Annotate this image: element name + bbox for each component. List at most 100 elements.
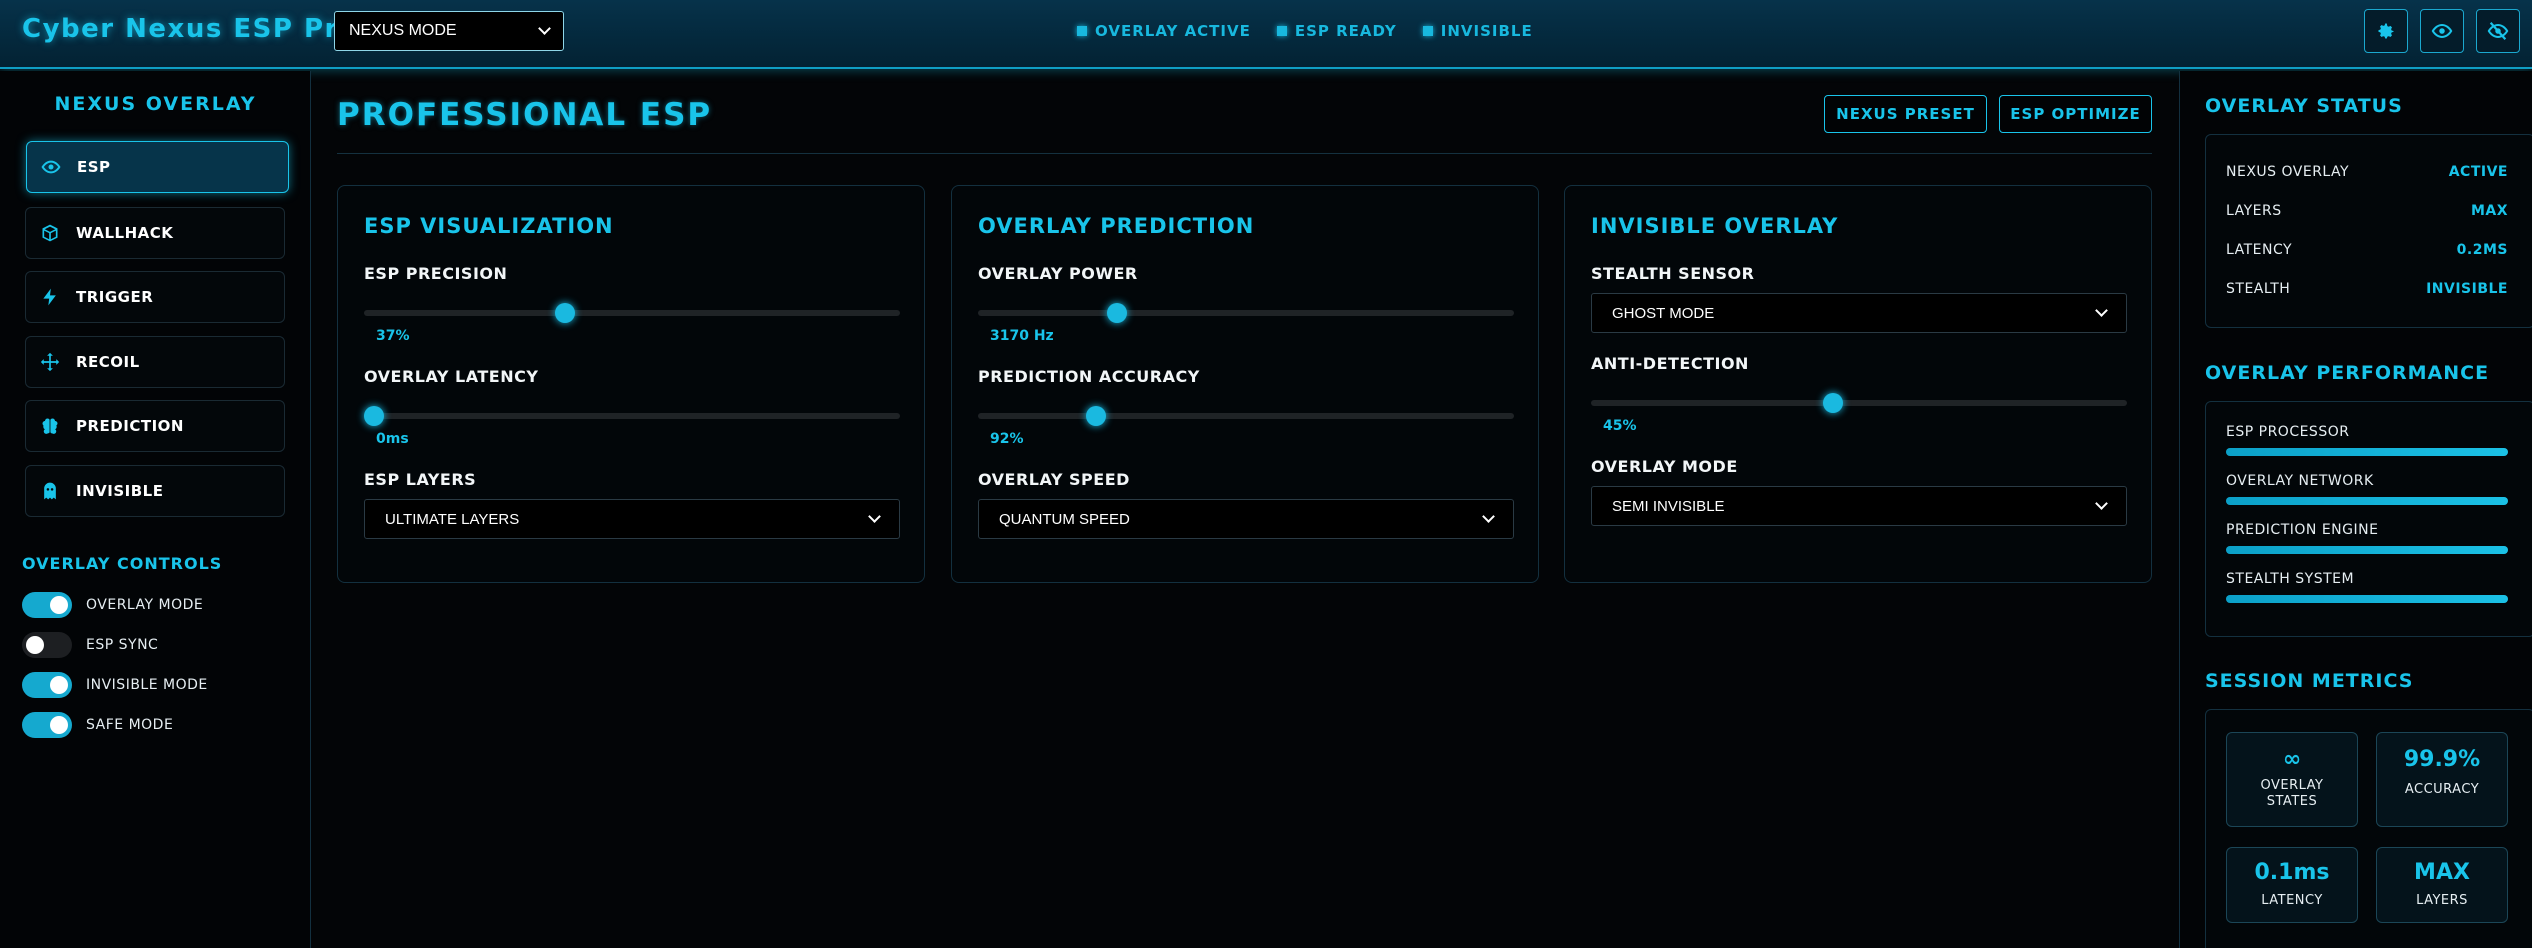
perf-bar — [2226, 546, 2508, 554]
slider-thumb[interactable] — [364, 406, 384, 426]
view-button[interactable] — [2420, 9, 2464, 53]
esp-sync-toggle[interactable] — [22, 632, 72, 658]
toggle-knob — [50, 676, 68, 694]
eye-icon — [2431, 24, 2453, 38]
slider-thumb[interactable] — [1823, 393, 1844, 413]
sidebar-item-trigger[interactable]: TRIGGER — [25, 271, 285, 323]
prediction-accuracy-label: PREDICTION ACCURACY — [978, 367, 1200, 386]
overlay-power-label: OVERLAY POWER — [978, 264, 1138, 283]
left-sidebar: NEXUS OVERLAY ESP WALLHACK TRIGGER RECOI… — [0, 71, 311, 948]
invisible-mode-toggle[interactable] — [22, 672, 72, 698]
overlay-mode-toggle[interactable] — [22, 592, 72, 618]
crosshair-move-icon — [40, 352, 60, 372]
metric-label: OVERLAY STATES — [2260, 778, 2324, 809]
esp-layers-label: ESP LAYERS — [364, 470, 477, 489]
perf-label: PREDICTION ENGINE — [2226, 522, 2379, 538]
slider-thumb[interactable] — [1107, 303, 1127, 323]
right-sidebar: OVERLAY STATUS NEXUS OVERLAY ACTIVE LAYER… — [2179, 71, 2532, 948]
metric-label: ACCURACY — [2404, 782, 2480, 797]
ghost-icon — [40, 481, 60, 501]
anti-detection-value: 45% — [1603, 418, 1637, 434]
overlay-power-slider[interactable] — [978, 303, 1514, 323]
metric-value: 99.9% — [2403, 747, 2481, 772]
sidebar-item-label: PREDICTION — [76, 417, 184, 435]
perf-label: STEALTH SYSTEM — [2226, 571, 2355, 587]
sidebar-item-prediction[interactable]: PREDICTION — [25, 400, 285, 452]
esp-visualization-panel: ESP VISUALIZATION ESP PRECISION 37% OVER… — [337, 185, 925, 583]
select-value: SEMI INVISIBLE — [1612, 497, 1725, 515]
overlay-mode-select[interactable]: SEMI INVISIBLE — [1591, 486, 2127, 526]
sidebar-item-label: ESP — [77, 158, 111, 176]
page-title: PROFESSIONAL ESP — [337, 97, 713, 133]
metric-value: ∞ — [2282, 747, 2302, 772]
metric-card: 99.9% ACCURACY — [2376, 732, 2508, 827]
esp-optimize-button[interactable]: ESP OPTIMIZE — [1999, 95, 2152, 133]
status-row: NEXUS OVERLAY ACTIVE — [2226, 164, 2508, 180]
perf-bar-fill — [2226, 595, 2508, 603]
overlay-controls-title: OVERLAY CONTROLS — [22, 554, 223, 573]
perf-bar-fill — [2226, 546, 2508, 554]
eye-icon — [41, 157, 61, 177]
sidebar-item-wallhack[interactable]: WALLHACK — [25, 207, 285, 259]
perf-bar-fill — [2226, 497, 2508, 505]
overlay-speed-label: OVERLAY SPEED — [978, 470, 1130, 489]
session-metrics-box: ∞ OVERLAY STATES 99.9% ACCURACY 0.1ms LA… — [2205, 709, 2532, 948]
nexus-preset-button[interactable]: NEXUS PRESET — [1824, 95, 1987, 133]
esp-precision-value: 37% — [376, 328, 410, 344]
esp-precision-slider[interactable] — [364, 303, 900, 323]
panel-title: INVISIBLE OVERLAY — [1591, 214, 1839, 238]
slider-thumb[interactable] — [1086, 406, 1107, 426]
mode-select[interactable]: NEXUS MODE — [334, 11, 564, 51]
overlay-status-title: OVERLAY STATUS — [2205, 95, 2403, 117]
safe-mode-toggle[interactable] — [22, 712, 72, 738]
overlay-latency-slider[interactable] — [364, 406, 900, 426]
sidebar-item-esp[interactable]: ESP — [26, 141, 289, 193]
top-bar: Cyber Nexus ESP Pro NEXUS MODE OVERLAY A… — [0, 0, 2532, 69]
sidebar-item-label: INVISIBLE — [76, 482, 164, 500]
hide-button[interactable] — [2476, 9, 2520, 53]
stealth-sensor-select[interactable]: GHOST MODE — [1591, 293, 2127, 333]
toggle-knob — [50, 596, 68, 614]
toggle-label: ESP SYNC — [86, 637, 159, 653]
esp-precision-label: ESP PRECISION — [364, 264, 508, 283]
overlay-latency-value: 0ms — [376, 431, 409, 447]
metric-card: 0.1ms LATENCY — [2226, 847, 2358, 923]
gear-icon — [2378, 23, 2394, 39]
stealth-sensor-label: STEALTH SENSOR — [1591, 264, 1755, 283]
metric-value: MAX — [2414, 860, 2470, 885]
settings-button[interactable] — [2364, 9, 2408, 53]
toggle-label: INVISIBLE MODE — [86, 677, 208, 693]
status-overlay-active: OVERLAY ACTIVE — [1077, 22, 1251, 40]
perf-bar — [2226, 497, 2508, 505]
status-row: STEALTH INVISIBLE — [2226, 281, 2508, 297]
chevron-down-icon — [2095, 304, 2108, 317]
overlay-speed-select[interactable]: QUANTUM SPEED — [978, 499, 1514, 539]
slider-thumb[interactable] — [554, 303, 575, 323]
prediction-accuracy-slider[interactable] — [978, 406, 1514, 426]
metric-label: LAYERS — [2416, 893, 2468, 908]
session-metrics-title: SESSION METRICS — [2205, 670, 2414, 692]
chevron-down-icon — [868, 510, 881, 523]
esp-layers-select[interactable]: ULTIMATE LAYERS — [364, 499, 900, 539]
metric-value: 0.1ms — [2254, 860, 2330, 885]
main-content: PROFESSIONAL ESP NEXUS PRESET ESP OPTIMI… — [312, 71, 2178, 948]
toggle-row-safe-mode: SAFE MODE — [22, 712, 173, 738]
perf-bar — [2226, 448, 2508, 456]
cube-icon — [40, 223, 60, 243]
status-row: LAYERS MAX — [2226, 203, 2508, 219]
sidebar-item-recoil[interactable]: RECOIL — [25, 336, 285, 388]
metric-card: MAX LAYERS — [2376, 847, 2508, 923]
anti-detection-slider[interactable] — [1591, 393, 2127, 413]
chevron-down-icon — [2095, 497, 2108, 510]
status-esp-ready: ESP READY — [1276, 22, 1397, 40]
perf-bar — [2226, 595, 2508, 603]
panel-title: ESP VISUALIZATION — [364, 214, 614, 238]
status-indicator-icon — [1276, 26, 1287, 36]
toggle-row-overlay-mode: OVERLAY MODE — [22, 592, 203, 618]
sidebar-item-invisible[interactable]: INVISIBLE — [25, 465, 285, 517]
overlay-latency-label: OVERLAY LATENCY — [364, 367, 539, 386]
status-indicator-icon — [1422, 26, 1433, 36]
toggle-row-esp-sync: ESP SYNC — [22, 632, 158, 658]
metric-card: ∞ OVERLAY STATES — [2226, 732, 2358, 827]
overlay-performance-title: OVERLAY PERFORMANCE — [2205, 362, 2490, 384]
